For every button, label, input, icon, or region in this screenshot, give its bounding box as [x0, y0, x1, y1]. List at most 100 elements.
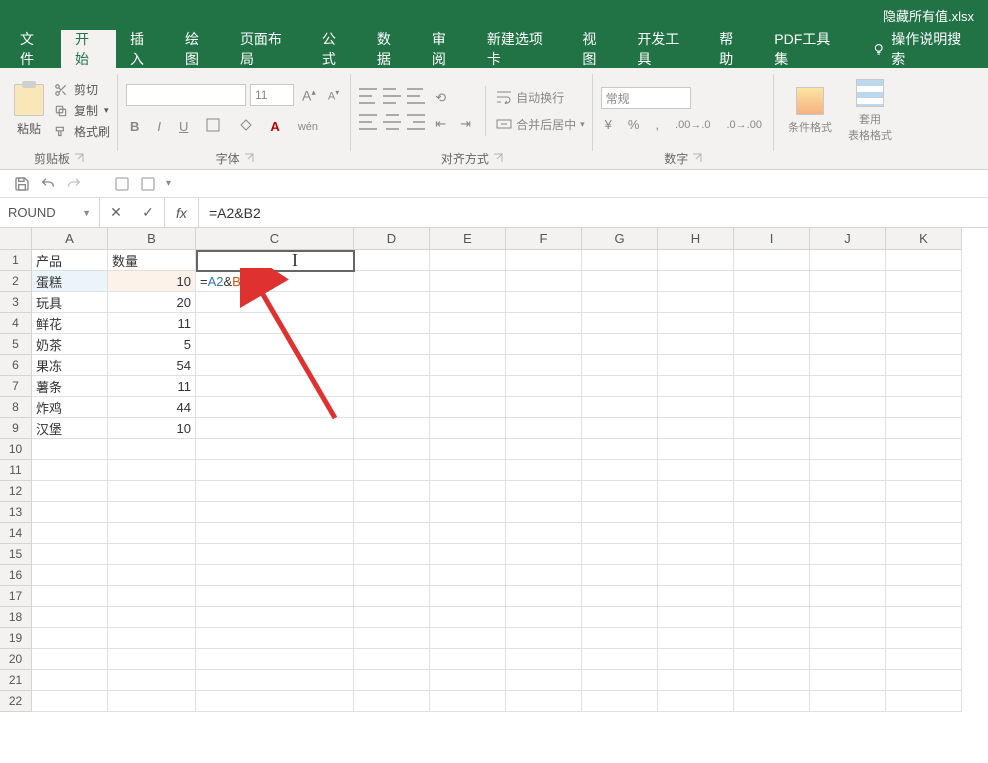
- cell-I8[interactable]: [734, 397, 810, 418]
- cell-A11[interactable]: [32, 460, 108, 481]
- comma-button[interactable]: ,: [651, 115, 663, 134]
- qat-custom-2-icon[interactable]: [140, 176, 156, 192]
- cell-H10[interactable]: [658, 439, 734, 460]
- cell-H11[interactable]: [658, 460, 734, 481]
- align-middle-button[interactable]: [383, 88, 401, 104]
- qat-custom-1-icon[interactable]: [114, 176, 130, 192]
- cell-I2[interactable]: [734, 271, 810, 292]
- col-header-K[interactable]: K: [886, 228, 962, 250]
- increase-indent-button[interactable]: ⇥: [456, 114, 475, 134]
- cell-K5[interactable]: [886, 334, 962, 355]
- cell-B6[interactable]: 54: [108, 355, 196, 376]
- orientation-button[interactable]: ⟲: [431, 88, 450, 108]
- cell-H13[interactable]: [658, 502, 734, 523]
- formula-input[interactable]: [199, 198, 988, 227]
- cell-B4[interactable]: 11: [108, 313, 196, 334]
- cell-B17[interactable]: [108, 586, 196, 607]
- cell-E10[interactable]: [430, 439, 506, 460]
- cell-J4[interactable]: [810, 313, 886, 334]
- wrap-text-button[interactable]: 自动换行: [496, 87, 585, 108]
- cell-A14[interactable]: [32, 523, 108, 544]
- cell-I10[interactable]: [734, 439, 810, 460]
- cell-C12[interactable]: [196, 481, 354, 502]
- cell-D10[interactable]: [354, 439, 430, 460]
- copy-button[interactable]: 复制 ▾: [54, 102, 110, 119]
- cell-F11[interactable]: [506, 460, 582, 481]
- cell-C3[interactable]: [196, 292, 354, 313]
- percent-button[interactable]: %: [624, 115, 644, 134]
- cell-H9[interactable]: [658, 418, 734, 439]
- cell-K1[interactable]: [886, 250, 962, 271]
- cell-F7[interactable]: [506, 376, 582, 397]
- cell-F15[interactable]: [506, 544, 582, 565]
- cell-E18[interactable]: [430, 607, 506, 628]
- cell-I9[interactable]: [734, 418, 810, 439]
- cell-B14[interactable]: [108, 523, 196, 544]
- cell-H12[interactable]: [658, 481, 734, 502]
- cell-H22[interactable]: [658, 691, 734, 712]
- cell-B20[interactable]: [108, 649, 196, 670]
- cell-C5[interactable]: [196, 334, 354, 355]
- col-header-D[interactable]: D: [354, 228, 430, 250]
- launcher-icon[interactable]: [692, 153, 702, 163]
- cell-E17[interactable]: [430, 586, 506, 607]
- format-as-table-button[interactable]: 套用 表格格式: [842, 79, 898, 143]
- cell-K3[interactable]: [886, 292, 962, 313]
- row-header-16[interactable]: 16: [0, 565, 32, 586]
- border-button[interactable]: [202, 116, 224, 137]
- cell-G1[interactable]: [582, 250, 658, 271]
- cell-G5[interactable]: [582, 334, 658, 355]
- cell-K8[interactable]: [886, 397, 962, 418]
- cell-H16[interactable]: [658, 565, 734, 586]
- cell-D7[interactable]: [354, 376, 430, 397]
- cell-D1[interactable]: [354, 250, 430, 271]
- cell-I15[interactable]: [734, 544, 810, 565]
- row-header-18[interactable]: 18: [0, 607, 32, 628]
- cell-F8[interactable]: [506, 397, 582, 418]
- cell-F20[interactable]: [506, 649, 582, 670]
- row-header-9[interactable]: 9: [0, 418, 32, 439]
- cell-C6[interactable]: [196, 355, 354, 376]
- cell-D6[interactable]: [354, 355, 430, 376]
- launcher-icon[interactable]: [74, 153, 84, 163]
- row-header-3[interactable]: 3: [0, 292, 32, 313]
- col-header-G[interactable]: G: [582, 228, 658, 250]
- cell-I21[interactable]: [734, 670, 810, 691]
- cell-K11[interactable]: [886, 460, 962, 481]
- cell-B19[interactable]: [108, 628, 196, 649]
- cell-A13[interactable]: [32, 502, 108, 523]
- cell-C7[interactable]: [196, 376, 354, 397]
- cell-G10[interactable]: [582, 439, 658, 460]
- col-header-H[interactable]: H: [658, 228, 734, 250]
- number-format-select[interactable]: [601, 87, 691, 109]
- cell-D12[interactable]: [354, 481, 430, 502]
- cell-D13[interactable]: [354, 502, 430, 523]
- row-header-20[interactable]: 20: [0, 649, 32, 670]
- undo-icon[interactable]: [40, 176, 56, 192]
- align-top-button[interactable]: [359, 88, 377, 104]
- align-bottom-button[interactable]: [407, 88, 425, 104]
- cell-D22[interactable]: [354, 691, 430, 712]
- tab-file[interactable]: 文件: [6, 30, 61, 68]
- conditional-format-button[interactable]: 条件格式: [782, 87, 838, 135]
- align-left-button[interactable]: [359, 114, 377, 130]
- row-header-8[interactable]: 8: [0, 397, 32, 418]
- cell-F3[interactable]: [506, 292, 582, 313]
- tab-view[interactable]: 视图: [568, 30, 623, 68]
- cell-K4[interactable]: [886, 313, 962, 334]
- cell-F10[interactable]: [506, 439, 582, 460]
- cell-K22[interactable]: [886, 691, 962, 712]
- cell-B15[interactable]: [108, 544, 196, 565]
- cell-B1[interactable]: 数量: [108, 250, 196, 271]
- row-header-12[interactable]: 12: [0, 481, 32, 502]
- cell-G16[interactable]: [582, 565, 658, 586]
- cell-A3[interactable]: 玩具: [32, 292, 108, 313]
- cell-C1[interactable]: [196, 250, 354, 271]
- col-header-I[interactable]: I: [734, 228, 810, 250]
- cell-A20[interactable]: [32, 649, 108, 670]
- cell-J17[interactable]: [810, 586, 886, 607]
- cell-F16[interactable]: [506, 565, 582, 586]
- cell-E7[interactable]: [430, 376, 506, 397]
- cell-A9[interactable]: 汉堡: [32, 418, 108, 439]
- cell-A2[interactable]: 蛋糕: [32, 271, 108, 292]
